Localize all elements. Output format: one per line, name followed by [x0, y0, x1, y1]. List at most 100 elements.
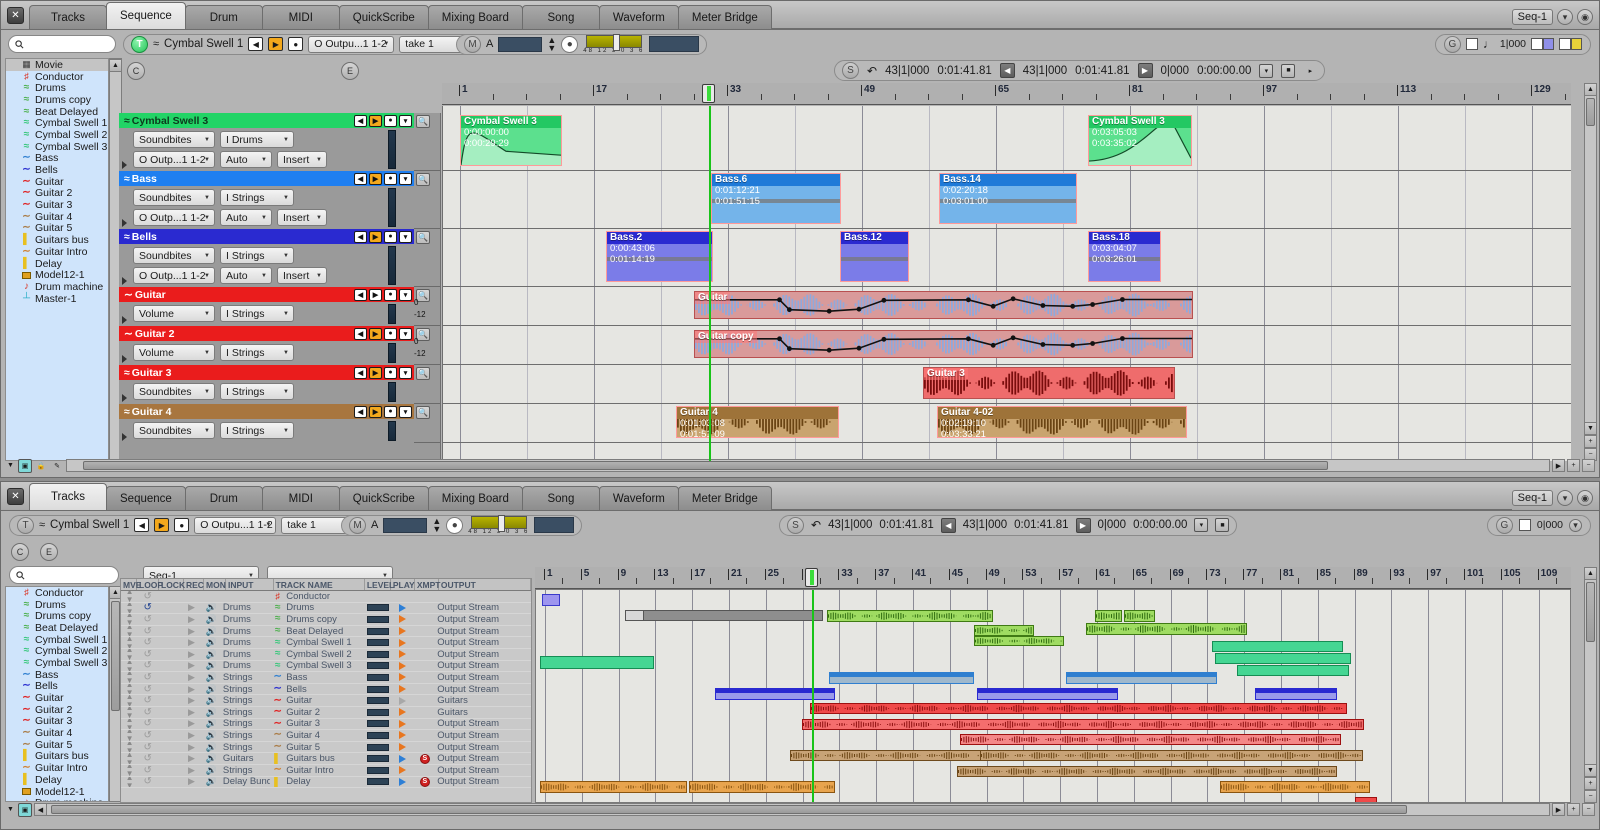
bottom-c-badge[interactable]: C	[11, 542, 29, 561]
row-10-input[interactable]: Strings	[221, 707, 270, 718]
zoom-in-icon[interactable]: +	[1584, 435, 1597, 448]
bottom-grid-value[interactable]: 0|000	[1537, 519, 1563, 531]
row-0-input[interactable]	[221, 591, 270, 602]
row-10-play-icon[interactable]	[390, 707, 413, 718]
col-header-level[interactable]: LEVEL	[365, 579, 394, 590]
sidebar-bottom-item-guitar-2[interactable]: ∼ Guitar 2	[6, 704, 108, 716]
row-4-level[interactable]	[365, 637, 390, 648]
track-6-disclosure-icon[interactable]	[122, 433, 127, 441]
top-track-sidebar[interactable]: ▦ Movie ♯ Conductor ≈ Drums ≈ Drums copy…	[5, 58, 109, 461]
row-6-move-icon[interactable]: ▲ ▼	[121, 661, 136, 672]
bottom-clip-7[interactable]	[974, 636, 1064, 647]
row-11-lock-cell[interactable]	[157, 719, 181, 730]
bottom-seq-selector[interactable]: Seq-1 ▾ ◉	[1511, 490, 1599, 510]
row-8-play-icon[interactable]	[390, 684, 413, 695]
track-0-record-button[interactable]: ●	[384, 114, 397, 127]
row-7-xmpt[interactable]	[412, 672, 435, 683]
bottom-clip-19[interactable]	[960, 734, 1341, 746]
row-1-input[interactable]: Drums	[221, 603, 270, 614]
bottom-playhead[interactable]	[812, 590, 814, 802]
grid-enable-checkbox[interactable]	[1465, 38, 1478, 50]
sidebar-top-item-beat-delayed[interactable]: ≈ Beat Delayed	[6, 106, 108, 118]
track-6-zoom-icon[interactable]: 🔍	[416, 406, 430, 419]
bottom-main-bars[interactable]: 43|1|000	[828, 519, 872, 531]
row-5-xmpt[interactable]	[412, 649, 435, 660]
top-start-time[interactable]: 0:00:00.00	[1197, 65, 1251, 77]
bottom-clip-25[interactable]	[1220, 781, 1370, 794]
sidebar-bottom-item-drums[interactable]: ≈ Drums	[6, 599, 108, 611]
bottom-track-view-icon[interactable]: ▣	[18, 802, 32, 817]
track-5-select-0-1[interactable]: I Strings	[220, 383, 294, 400]
bottom-record-indicator-icon[interactable]: ●	[446, 516, 464, 534]
track-3-disclosure-icon[interactable]	[122, 316, 127, 324]
bottom-clip-13[interactable]	[1066, 672, 1217, 684]
tracks-table[interactable]: MVE LOOP LOCK REC MON INPUT TRACK NAME LEVEL PLA…	[120, 578, 532, 803]
bottom-clip-3[interactable]	[1095, 609, 1122, 622]
prev-take-button[interactable]: ◀	[248, 37, 264, 51]
spinner-icon[interactable]: ▲ ▼	[547, 36, 556, 53]
top-track-name[interactable]: Cymbal Swell 1	[164, 38, 243, 50]
track-3-play-button[interactable]: ▶	[369, 288, 382, 301]
track-2-disclosure-icon[interactable]	[122, 277, 127, 285]
row-14-output[interactable]: Output Stream	[435, 753, 531, 764]
row-2-track-name[interactable]: ≈ Drums copy	[270, 614, 365, 625]
row-2-output[interactable]: Output Stream	[435, 614, 531, 625]
row-16-xmpt[interactable]: S	[412, 776, 435, 788]
row-7-track-name[interactable]: ∼ Bass	[270, 672, 365, 683]
bottom-hscroll-right-icon[interactable]: ▶	[1552, 803, 1565, 816]
row-2-lock-cell[interactable]	[157, 614, 181, 625]
clip-8[interactable]: Guitar copy	[694, 330, 1193, 358]
clip-4[interactable]: Bass.2 0:00:43:06 0:01:14:19	[606, 231, 713, 282]
row-16-move-icon[interactable]: ▲ ▼	[121, 777, 136, 788]
row-3-play-icon[interactable]	[390, 626, 413, 637]
top-seq-menu-icon[interactable]: ▾	[1557, 9, 1573, 25]
row-3-input[interactable]: Drums	[221, 626, 270, 637]
sidebar-bottom-item-drums-copy[interactable]: ≈ Drums copy	[6, 610, 108, 622]
row-2-level[interactable]	[365, 614, 390, 625]
sequence-track-header[interactable]: ≈ Bass ◀ ▶ ● ▾ Soundbites I Strings O Outp…	[119, 171, 414, 229]
sequence-track-header[interactable]: ≈ Guitar 4 ◀ ▶ ● ▾ Soundbites I Strings	[119, 404, 414, 443]
track-5-level-strip[interactable]	[388, 382, 396, 402]
track-4-title-bar[interactable]: ∼ Guitar 2 ◀ ▶ ● ▾	[119, 326, 414, 341]
bottom-clip-12[interactable]	[829, 672, 974, 684]
bottom-seq-menu-icon[interactable]: ▾	[1557, 490, 1573, 506]
bottom-start-time[interactable]: 0:00:00.00	[1133, 519, 1187, 531]
bottom-clip-0[interactable]	[542, 594, 560, 606]
row-5-play-icon[interactable]	[390, 649, 413, 660]
track-6-mute-button[interactable]: ◀	[354, 405, 367, 418]
row-13-input[interactable]: Strings	[221, 742, 270, 753]
track-6-menu-button[interactable]: ▾	[399, 405, 412, 418]
track-1-disclosure-icon[interactable]	[122, 219, 127, 227]
playhead-grip[interactable]	[702, 84, 715, 103]
row-15-play-icon[interactable]	[390, 765, 413, 776]
row-4-play-icon[interactable]	[390, 637, 413, 648]
track-2-select-1-0[interactable]: O Outp...1 1-2	[133, 267, 215, 284]
sidebar-top-item-bells[interactable]: ∼ Bells	[6, 164, 108, 176]
row-5-mon-icon[interactable]: 🔊	[200, 649, 221, 660]
top-tab-song[interactable]: Song	[521, 5, 600, 29]
track-5-select-0-0[interactable]: Soundbites	[133, 383, 215, 400]
bottom-undo-icon[interactable]: ↶	[811, 518, 821, 532]
row-3-level[interactable]	[365, 626, 390, 637]
track-2-select-0-0[interactable]: Soundbites	[133, 247, 215, 264]
bottom-mode-badge[interactable]: M	[349, 516, 366, 534]
col-header-input[interactable]: INPUT	[226, 579, 274, 590]
row-5-loop-icon[interactable]: ↺	[136, 649, 157, 660]
bottom-vertical-scrollbar[interactable]: ▲ ▼ + −	[1584, 567, 1597, 803]
row-4-output[interactable]: Output Stream	[435, 637, 531, 648]
top-tab-drum[interactable]: Drum	[184, 5, 263, 29]
row-6-xmpt[interactable]	[412, 661, 435, 672]
track-2-menu-button[interactable]: ▾	[399, 230, 412, 243]
sidebar-top-item-drum-machine[interactable]: ♪ Drum machine	[6, 281, 108, 293]
row-1-xmpt[interactable]	[412, 603, 435, 614]
row-12-output[interactable]: Output Stream	[435, 730, 531, 741]
col-header-track name[interactable]: TRACK NAME	[274, 579, 365, 590]
table-row[interactable]: ▲ ▼ ↺ ▶ 🔊 Drums ≈ Cymbal Swell 2 Output St…	[121, 649, 531, 661]
table-row[interactable]: ▲ ▼ ↺ ▶ 🔊 Strings ∼ Bass Output Stream	[121, 672, 531, 684]
hscroll-right-icon[interactable]: ▶	[1552, 459, 1565, 472]
sidebar-top-item-movie[interactable]: ▦ Movie	[6, 59, 108, 71]
row-1-lock-cell[interactable]	[157, 603, 181, 614]
sidebar-bottom-item-model12-1[interactable]: Model12-1	[6, 786, 108, 798]
row-6-input[interactable]: Drums	[221, 661, 270, 672]
track-3-title-bar[interactable]: ∼ Guitar ◀ ▶ ● ▾	[119, 287, 414, 302]
